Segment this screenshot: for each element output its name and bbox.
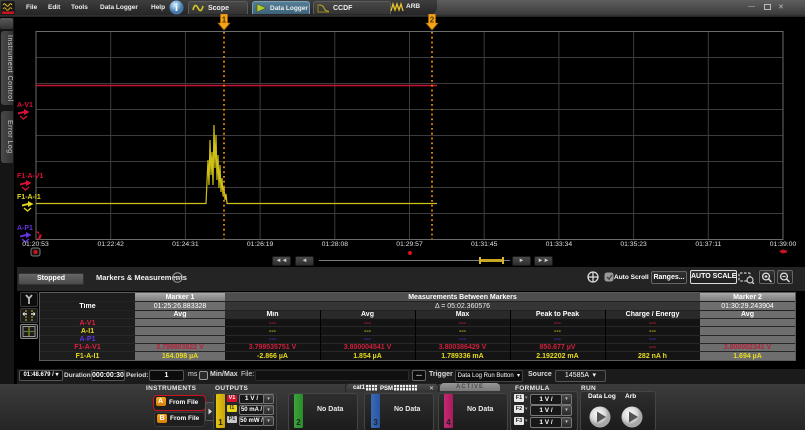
svg-text:F1-A-I1: F1-A-I1 [17, 194, 41, 201]
svg-text:A-P1: A-P1 [17, 225, 33, 232]
svg-text:01:37:11: 01:37:11 [695, 241, 721, 248]
svg-text:01:33:34: 01:33:34 [546, 241, 573, 248]
svg-text:01:20:53: 01:20:53 [22, 241, 49, 248]
svg-text:1: 1 [222, 16, 227, 25]
svg-text:PSM: PSM [380, 386, 393, 391]
svg-text:01:31:45: 01:31:45 [471, 241, 498, 248]
svg-text:01:22:42: 01:22:42 [97, 241, 124, 248]
svg-text:01:29:57: 01:29:57 [396, 241, 423, 248]
svg-text:01:26:19: 01:26:19 [247, 241, 274, 248]
svg-text:01:24:31: 01:24:31 [172, 241, 199, 248]
svg-text:2: 2 [430, 16, 435, 25]
svg-text:01:28:08: 01:28:08 [322, 241, 349, 248]
svg-text:A-V1: A-V1 [17, 102, 33, 109]
svg-text:i: i [175, 3, 178, 14]
svg-text:F1-A-V1: F1-A-V1 [17, 173, 44, 180]
svg-text:01:35:23: 01:35:23 [620, 241, 647, 248]
svg-text:01:39:00: 01:39:00 [770, 241, 797, 248]
